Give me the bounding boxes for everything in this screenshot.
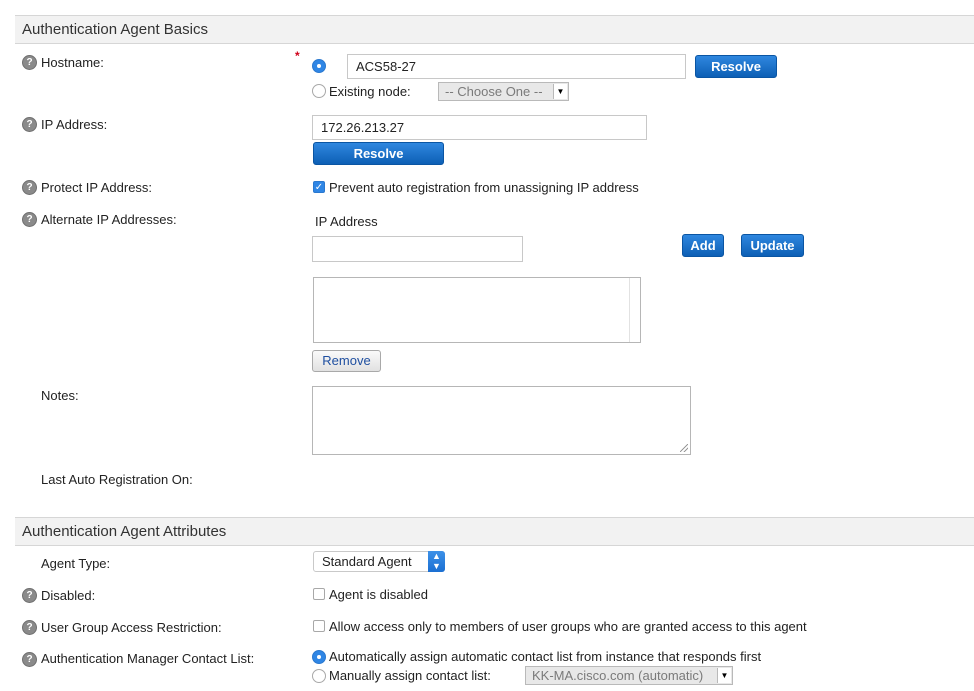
user-group-restriction-checkbox[interactable]: [313, 620, 325, 632]
hostname-radio[interactable]: [312, 59, 326, 73]
list-scrollbar[interactable]: [629, 278, 630, 342]
select-stepper-icon: ▲ ▼: [428, 551, 445, 572]
section-header-basics: Authentication Agent Basics: [15, 15, 974, 44]
last-auto-registration-label: Last Auto Registration On:: [41, 472, 193, 487]
contact-auto-label: Automatically assign automatic contact l…: [329, 649, 762, 664]
help-icon[interactable]: ?: [22, 620, 37, 635]
existing-node-select-value: -- Choose One --: [445, 84, 543, 99]
help-icon[interactable]: ?: [22, 55, 37, 70]
user-group-restriction-option-label: Allow access only to members of user gro…: [329, 619, 807, 634]
chevron-down-icon: ▼: [553, 84, 567, 99]
alternate-ip-input[interactable]: [312, 236, 523, 262]
help-icon[interactable]: ?: [22, 117, 37, 132]
help-icon[interactable]: ?: [22, 180, 37, 195]
alternate-ip-label: Alternate IP Addresses:: [41, 212, 177, 227]
ip-address-input[interactable]: 172.26.213.27: [312, 115, 647, 140]
add-button[interactable]: Add: [682, 234, 724, 257]
ip-address-label: IP Address:: [41, 117, 108, 132]
contact-list-select[interactable]: KK-MA.cisco.com (automatic) ▼: [525, 666, 733, 685]
agent-type-select[interactable]: Standard Agent ▲ ▼: [313, 551, 445, 572]
disabled-option-label: Agent is disabled: [329, 587, 429, 602]
remove-button[interactable]: Remove: [312, 350, 381, 372]
protect-ip-checkbox[interactable]: ✓: [313, 181, 325, 193]
resolve-ip-button[interactable]: Resolve IP: [695, 55, 777, 95]
contact-list-select-value: KK-MA.cisco.com (automatic): [532, 668, 704, 683]
contact-manual-label: Manually assign contact list:: [329, 668, 491, 683]
agent-type-label: Agent Type:: [41, 556, 111, 571]
alternate-ip-column-header: IP Address: [315, 214, 378, 229]
contact-list-label: Authentication Manager Contact List:: [41, 651, 255, 666]
agent-type-value: Standard Agent: [322, 554, 412, 569]
existing-node-select[interactable]: -- Choose One -- ▼: [438, 82, 569, 101]
chevron-down-icon: ▼: [717, 668, 731, 683]
protect-ip-label: Protect IP Address:: [41, 180, 153, 195]
disabled-label: Disabled:: [41, 588, 96, 603]
resize-handle-icon[interactable]: [680, 444, 688, 452]
required-icon: *: [295, 49, 300, 63]
contact-manual-radio[interactable]: [312, 669, 326, 683]
existing-node-radio[interactable]: [312, 84, 326, 98]
update-button[interactable]: Update: [741, 234, 804, 257]
protect-ip-option-label: Prevent auto registration from unassigni…: [329, 180, 639, 195]
resolve-hostname-button[interactable]: Resolve Hostname: [313, 142, 444, 182]
alternate-ip-list[interactable]: [313, 277, 641, 343]
existing-node-label: Existing node:: [329, 84, 411, 99]
help-icon[interactable]: ?: [22, 212, 37, 227]
disabled-checkbox[interactable]: [313, 588, 325, 600]
hostname-input[interactable]: ACS58-27: [347, 54, 686, 79]
section-header-attributes: Authentication Agent Attributes: [15, 517, 974, 546]
notes-label: Notes:: [41, 388, 79, 403]
notes-textarea[interactable]: [312, 386, 691, 455]
help-icon[interactable]: ?: [22, 588, 37, 603]
user-group-restriction-label: User Group Access Restriction:: [41, 620, 222, 635]
hostname-label: Hostname:: [41, 55, 104, 70]
contact-auto-radio[interactable]: [312, 650, 326, 664]
help-icon[interactable]: ?: [22, 652, 37, 667]
